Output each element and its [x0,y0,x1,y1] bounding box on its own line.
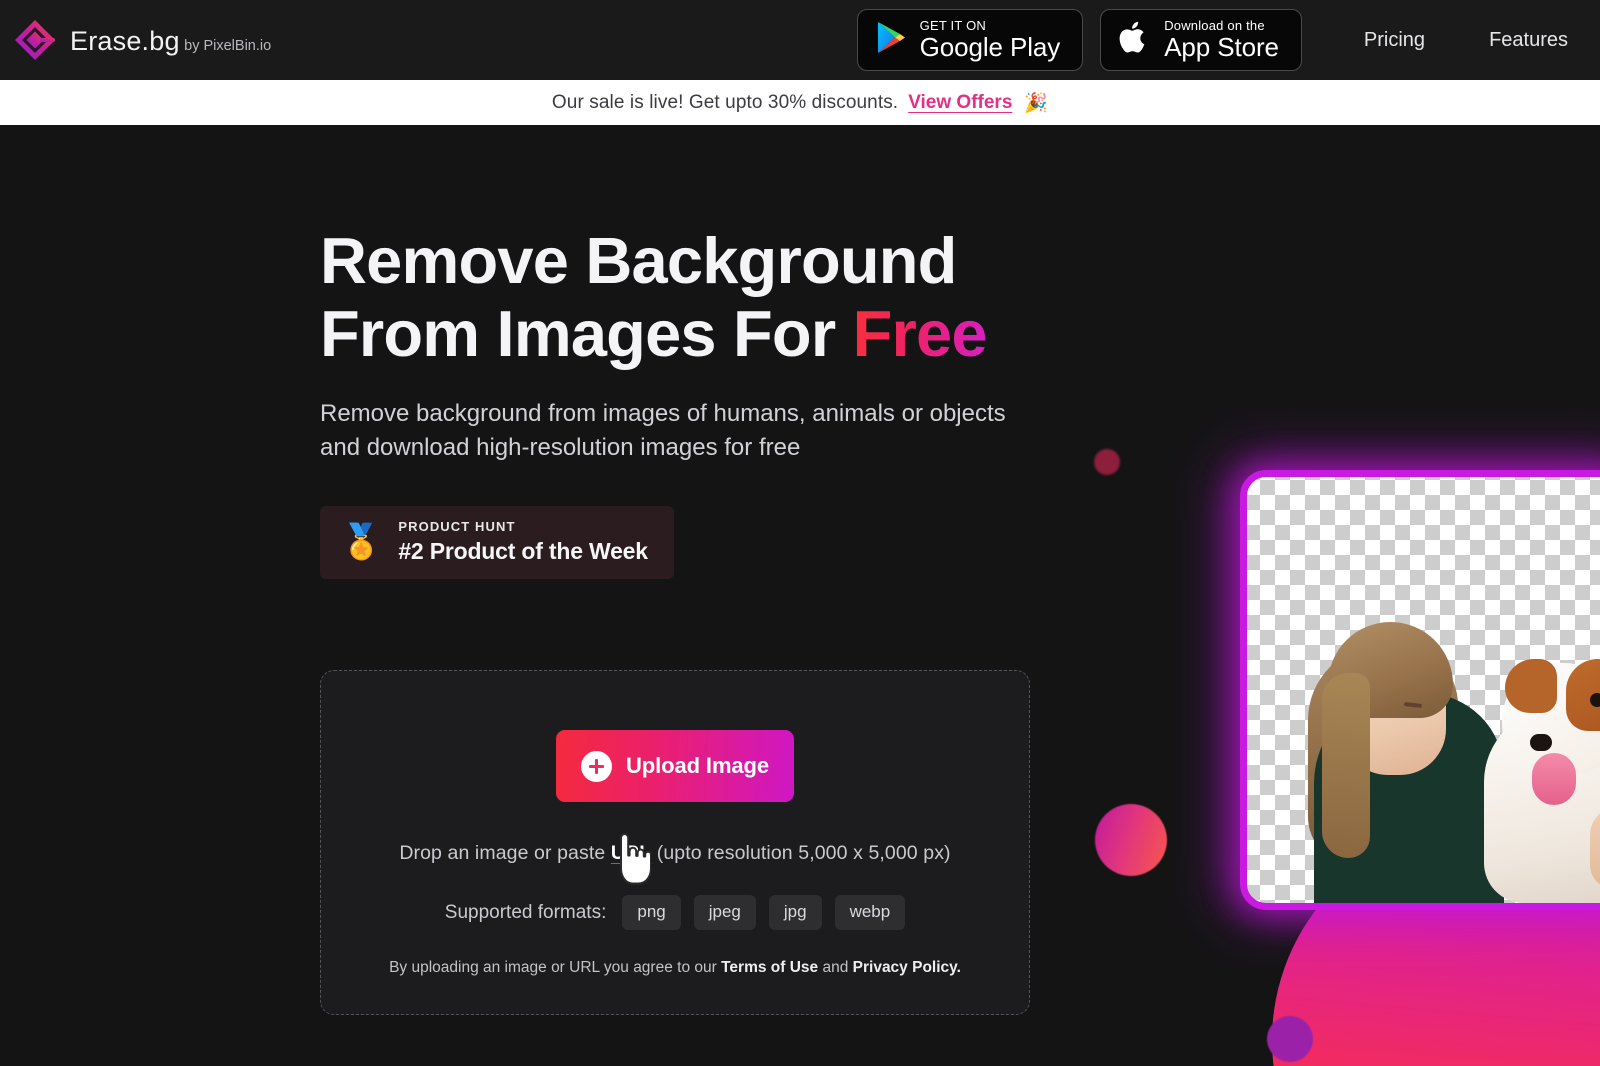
headline-line-1: Remove Background [320,224,957,297]
privacy-policy-link[interactable]: Privacy Policy. [853,959,961,976]
photo-dog-nose [1530,734,1552,751]
nav-link-features[interactable]: Features [1457,19,1600,62]
format-chip-jpg[interactable]: jpg [768,895,822,930]
product-hunt-title: #2 Product of the Week [398,538,648,565]
app-store-button[interactable]: Download on the App Store [1100,9,1302,71]
app-store-big-label: App Store [1164,31,1279,62]
brand-title: Erase.bg [70,25,180,56]
announcement-text: Our sale is live! Get upto 30% discounts… [551,91,899,113]
hero-section: Remove Background From Images For Free R… [0,125,1600,1066]
terms-prefix: By uploading an image or URL you agree t… [389,959,722,976]
format-chip-jpeg[interactable]: jpeg [693,895,756,930]
terms-agreement-text: By uploading an image or URL you agree t… [389,959,961,977]
brand-logo[interactable]: Erase.bg by PixelBin.io [12,10,271,70]
decorative-circle-purple [1267,1016,1313,1062]
decorative-circle-gradient-mid [1095,804,1167,876]
hero-content: Remove Background From Images For Free R… [320,125,1060,579]
photo-hair-strand [1322,673,1370,858]
drop-text-suffix: (upto resolution 5,000 x 5,000 px) [651,842,951,864]
google-play-small-label: GET IT ON [919,18,986,34]
product-hunt-badge[interactable]: 🏅 PRODUCT HUNT #2 Product of the Week [320,506,674,579]
app-store-labels: Download on the App Store [1164,19,1279,61]
photo-dog-eye [1590,693,1600,707]
page-root: Erase.bg by PixelBin.io GET IT ON Google… [0,0,1600,1066]
paste-url-link[interactable]: URL [611,842,651,864]
apple-icon [1119,19,1150,61]
format-chip-png[interactable]: png [622,895,681,930]
headline-accent-free: Free [852,296,988,370]
google-play-icon [876,21,906,59]
google-play-button[interactable]: GET IT ON Google Play [856,9,1084,71]
drop-text-prefix: Drop an image or paste [399,842,611,864]
product-hunt-kicker: PRODUCT HUNT [398,519,516,535]
google-play-labels: GET IT ON Google Play [920,19,1061,61]
store-buttons-group: GET IT ON Google Play Download on the Ap… [856,9,1302,71]
page-title: Remove Background From Images For Free [320,224,1060,371]
transparent-background-image-card [1240,470,1600,910]
format-chip-webp[interactable]: webp [834,895,906,930]
brand-text-block: Erase.bg by PixelBin.io [70,26,271,55]
erasebg-diamond-logo-icon [12,17,58,63]
google-play-big-label: Google Play [919,31,1061,62]
hero-subheadline: Remove background from images of humans,… [320,399,1006,462]
site-header: Erase.bg by PixelBin.io GET IT ON Google… [0,0,1600,80]
photo-dog-patch-left [1505,659,1557,713]
upload-image-button[interactable]: Upload Image [556,730,794,802]
decorative-circle-small-red [1094,449,1120,475]
supported-formats-label: Supported formats: [444,901,607,923]
brand-subtitle: by PixelBin.io [184,37,272,54]
product-hunt-texts: PRODUCT HUNT #2 Product of the Week [398,519,648,565]
woman-and-dog-photo [1292,563,1600,903]
supported-formats-row: Supported formats: png jpeg jpg webp [444,895,906,930]
medal-icon: 🏅 [340,523,383,562]
party-popper-icon: 🎉 [1024,92,1049,114]
primary-nav: Pricing Features [1332,19,1600,62]
upload-dropzone[interactable]: Upload Image Drop an image or paste URL … [320,670,1030,1015]
nav-link-pricing[interactable]: Pricing [1332,19,1457,62]
drop-instruction: Drop an image or paste URL (upto resolut… [399,842,950,865]
app-store-small-label: Download on the [1164,18,1265,34]
upload-image-button-label: Upload Image [625,753,770,778]
terms-of-use-link[interactable]: Terms of Use [721,959,818,976]
announcement-bar: Our sale is live! Get upto 30% discounts… [0,80,1600,125]
terms-middle: and [818,959,853,976]
photo-dog-tongue [1532,753,1576,805]
plus-circle-icon [580,750,612,782]
headline-line-2-plain: From Images For [320,296,853,370]
view-offers-link[interactable]: View Offers [908,92,1012,114]
